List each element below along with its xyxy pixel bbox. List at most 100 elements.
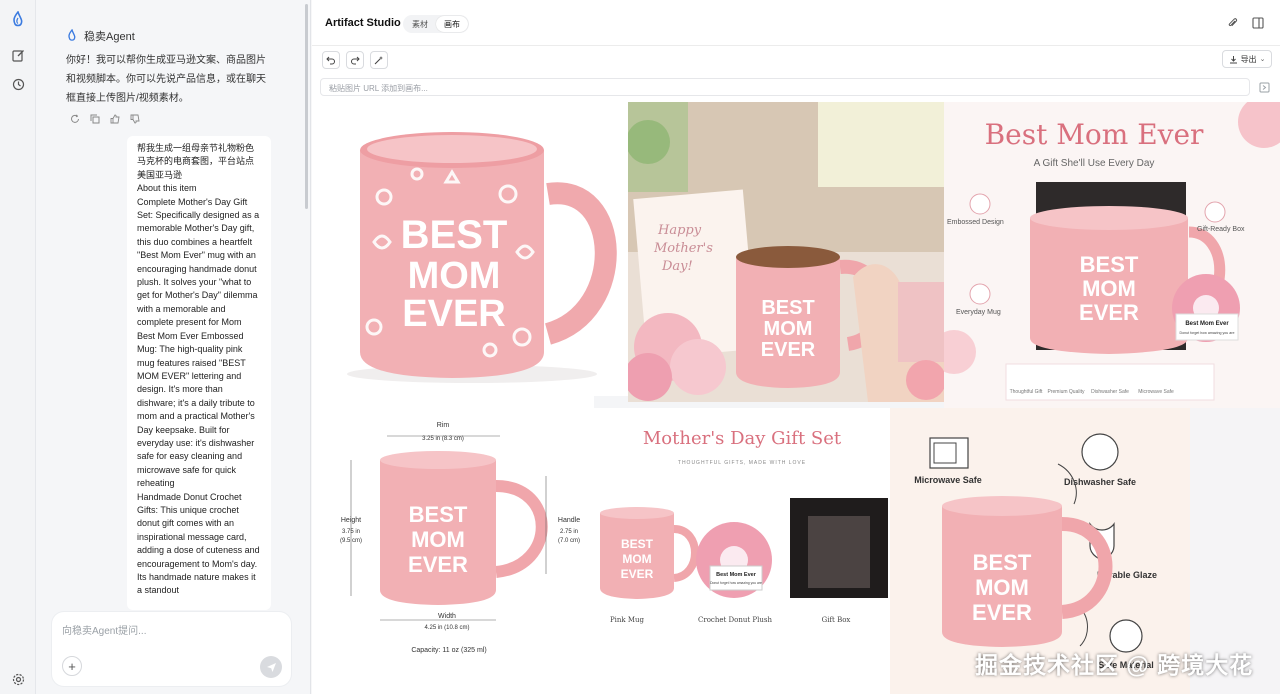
mug-text-line: BEST bbox=[1080, 252, 1139, 277]
lifestyle-photo: Happy Mother's Day! BEST MOM EVER bbox=[628, 102, 944, 402]
feature-label: Premium Quality bbox=[1048, 389, 1085, 395]
thumb-down-icon[interactable] bbox=[129, 113, 141, 125]
thumb-up-icon[interactable] bbox=[109, 113, 121, 125]
chat-input-box[interactable]: 向稳卖Agent提问... + bbox=[52, 612, 291, 686]
agent-greeting: 你好！我可以帮你生成亚马逊文案、商品图片和视频脚本。你可以先说产品信息，或在聊天… bbox=[66, 55, 266, 104]
image-tile-dimensions[interactable]: Rim 3.25 in (8.3 cm) Height 3.75 in (9.5… bbox=[312, 396, 594, 694]
user-message: 帮我生成一组母亲节礼物粉色马克杯的电商套图，平台站点美国亚马逊 About th… bbox=[127, 136, 271, 610]
app-root: 稳卖Agent 你好！我可以帮你生成亚马逊文案、商品图片和视频脚本。你可以先说产… bbox=[0, 0, 1280, 694]
mug-text-line: EVER bbox=[408, 552, 468, 577]
export-button[interactable]: 导出 ⌄ bbox=[1222, 50, 1272, 68]
feature-label: Microwave Safe bbox=[1138, 389, 1174, 395]
artifact-studio: Artifact Studio 素材 画布 导出 ⌄ 粘贴图片 URL 添加到画… bbox=[312, 0, 1280, 694]
gift-item-label: Pink Mug bbox=[610, 616, 645, 624]
attach-icon[interactable] bbox=[1226, 17, 1238, 29]
studio-tabs: 素材 画布 bbox=[403, 15, 469, 33]
chat-input[interactable]: 向稳卖Agent提问... bbox=[62, 622, 146, 637]
mug-text-line: EVER bbox=[1079, 300, 1139, 325]
image-tile-gift-set[interactable]: Mother's Day Gift Set THOUGHTFUL GIFTS, … bbox=[594, 408, 890, 694]
gift-set-subtitle: THOUGHTFUL GIFTS, MADE WITH LOVE bbox=[678, 460, 806, 466]
image-tile-infographic[interactable]: Best Mom Ever A Gift She'll Use Every Da… bbox=[944, 102, 1280, 408]
mug-text-line: EVER bbox=[761, 339, 816, 361]
mug-text-line: EVER bbox=[402, 293, 505, 335]
image-tile-lifestyle[interactable]: Happy Mother's Day! BEST MOM EVER bbox=[628, 102, 944, 402]
chevron-down-icon: ⌄ bbox=[1259, 56, 1266, 63]
mug-text-line: MOM bbox=[764, 318, 813, 340]
send-icon[interactable] bbox=[260, 656, 282, 678]
mug-text-line: MOM bbox=[408, 255, 501, 297]
plush-card-text: Donut forget how amazing you are bbox=[710, 581, 762, 585]
infographic-title: Best Mom Ever bbox=[985, 118, 1204, 151]
card-text-line: Day! bbox=[661, 259, 693, 274]
feature-label: Thoughtful Gift bbox=[1010, 389, 1043, 395]
message-actions bbox=[69, 113, 141, 125]
mug-text-line: MOM bbox=[1082, 276, 1136, 301]
user-message-line: About this item bbox=[137, 183, 197, 194]
callout-label: Everyday Mug bbox=[956, 309, 1001, 316]
canvas-toolbar: 导出 ⌄ bbox=[312, 46, 1280, 73]
studio-title: Artifact Studio bbox=[325, 17, 401, 29]
agent-logo-icon bbox=[68, 29, 76, 41]
redo-icon[interactable] bbox=[346, 51, 364, 69]
chat-panel: 稳卖Agent 你好！我可以帮你生成亚马逊文案、商品图片和视频脚本。你可以先说产… bbox=[36, 0, 311, 694]
feature-label: Microwave Safe bbox=[914, 475, 982, 485]
infographic-image: Best Mom Ever A Gift She'll Use Every Da… bbox=[944, 102, 1280, 401]
panel-icon[interactable] bbox=[1252, 17, 1264, 29]
user-message-line: 帮我生成一组母亲节礼物粉色马克杯的电商套图，平台站点美国亚马逊 bbox=[137, 143, 255, 180]
settings-icon[interactable] bbox=[9, 670, 27, 688]
height-label: Height bbox=[341, 517, 361, 524]
gift-item-label: Gift Box bbox=[822, 616, 851, 624]
magic-icon[interactable] bbox=[370, 51, 388, 69]
copy-icon[interactable] bbox=[89, 113, 101, 125]
mug-text-line: MOM bbox=[411, 527, 465, 552]
plush-card-title: Best Mom Ever bbox=[716, 572, 757, 578]
mug-text-line: BEST bbox=[973, 550, 1032, 575]
user-message-line: Complete Mother's Day Gift Set: Specific… bbox=[137, 196, 260, 328]
add-image-icon[interactable] bbox=[1258, 81, 1270, 93]
callout-label: Embossed Design bbox=[947, 219, 1004, 226]
gift-set-image: Mother's Day Gift Set THOUGHTFUL GIFTS, … bbox=[600, 428, 888, 624]
download-icon bbox=[1229, 55, 1237, 63]
image-tile-mug-white[interactable]: BEST MOM EVER bbox=[312, 102, 628, 396]
user-message-line: Best Mom Ever Embossed Mug: The high-qua… bbox=[137, 330, 255, 489]
handle-value: (7.0 cm) bbox=[558, 538, 580, 544]
undo-icon[interactable] bbox=[322, 51, 340, 69]
infographic-subtitle: A Gift She'll Use Every Day bbox=[1034, 158, 1155, 169]
plus-icon[interactable]: + bbox=[62, 656, 82, 676]
watermark: 掘金技术社区 @ 跨境大花 bbox=[975, 652, 1254, 678]
mug-text-line: BEST bbox=[761, 297, 814, 319]
mug-text-line: BEST bbox=[401, 213, 508, 257]
history-icon[interactable] bbox=[9, 75, 27, 93]
height-value: (9.5 cm) bbox=[340, 538, 362, 544]
image-url-input[interactable]: 粘贴图片 URL 添加到画布... bbox=[320, 78, 1250, 96]
width-value: 4.25 in (10.8 cm) bbox=[424, 625, 469, 631]
callout-label: Gift-Ready Box bbox=[1197, 226, 1245, 233]
handle-label: Handle bbox=[558, 517, 580, 524]
mug-photo: BEST MOM EVER bbox=[347, 132, 617, 383]
dimensions-image: Rim 3.25 in (8.3 cm) Height 3.75 in (9.5… bbox=[340, 422, 580, 654]
gift-set-title: Mother's Day Gift Set bbox=[643, 428, 842, 449]
logo-icon[interactable] bbox=[9, 11, 27, 29]
mug-text-line: EVER bbox=[621, 567, 654, 581]
mug-text-line: MOM bbox=[975, 575, 1029, 600]
export-label: 导出 bbox=[1240, 54, 1257, 64]
mug-text-line: BEST bbox=[409, 502, 468, 527]
new-chat-icon[interactable] bbox=[9, 46, 27, 64]
card-text-line: Happy bbox=[657, 223, 702, 238]
mug-text-line: BEST bbox=[621, 537, 654, 551]
capacity-text: Capacity: 11 oz (325 ml) bbox=[411, 647, 486, 654]
agent-header: 稳卖Agent bbox=[66, 28, 135, 44]
feature-label: Dishwasher Safe bbox=[1091, 389, 1129, 395]
mug-text-line: EVER bbox=[972, 600, 1032, 625]
tab-assets[interactable]: 素材 bbox=[404, 16, 436, 32]
rim-label: Rim bbox=[437, 422, 450, 429]
user-message-line: Handmade Donut Crochet Gifts: This uniqu… bbox=[137, 491, 260, 596]
canvas-area[interactable]: BEST MOM EVER Happy Mother's Day! BEST M… bbox=[312, 102, 1280, 694]
chat-scrollbar[interactable] bbox=[305, 4, 308, 209]
plush-card-title: Best Mom Ever bbox=[1185, 321, 1229, 327]
studio-header: Artifact Studio 素材 画布 bbox=[312, 0, 1280, 46]
left-rail bbox=[0, 0, 36, 694]
tab-canvas[interactable]: 画布 bbox=[436, 16, 468, 32]
handle-value: 2.75 in bbox=[560, 529, 578, 535]
refresh-icon[interactable] bbox=[69, 113, 81, 125]
